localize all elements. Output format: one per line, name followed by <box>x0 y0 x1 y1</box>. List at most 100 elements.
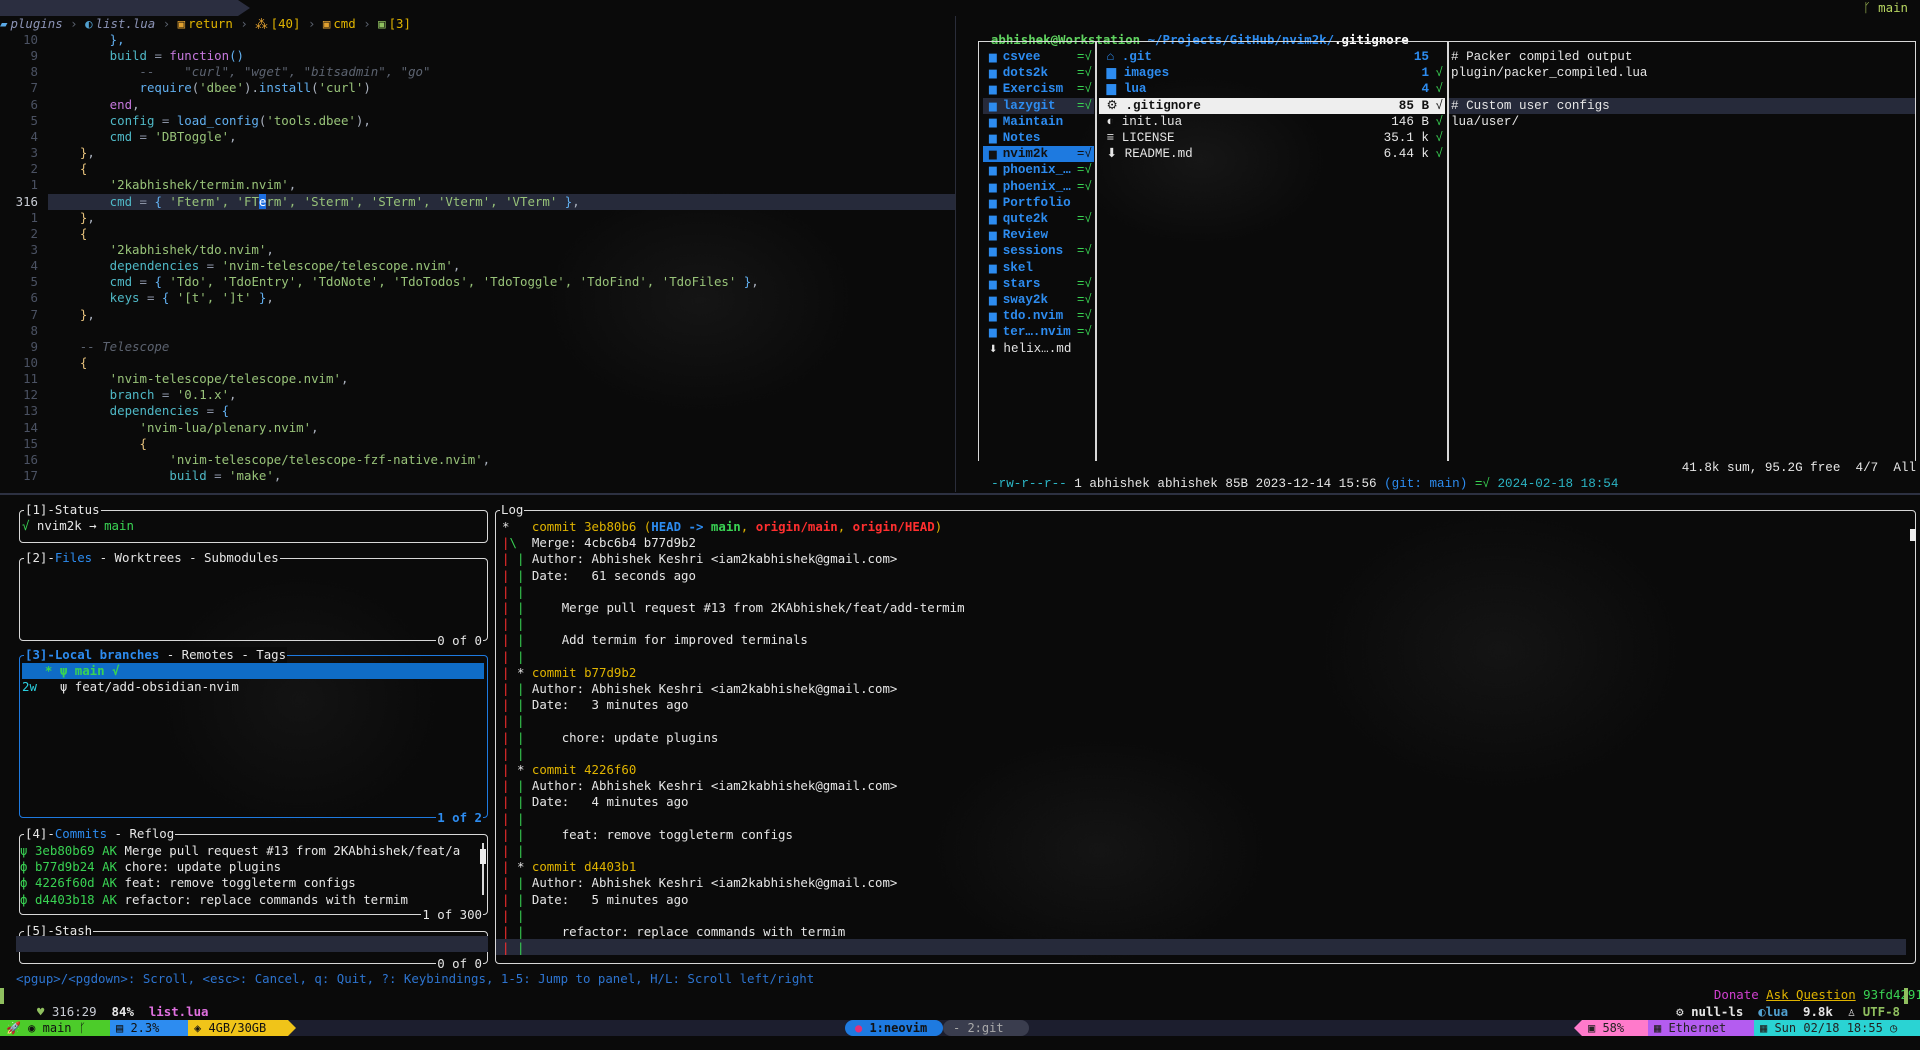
tmux-window-1-neovim[interactable]: ● 1:neovim <box>845 1020 943 1036</box>
tab-remotes-tags[interactable]: - Remotes - Tags <box>159 647 286 662</box>
branch-item[interactable]: 2w ψ feat/add-obsidian-nvim <box>22 679 484 695</box>
ranger-parent-item[interactable]: ▆ phoenix_… =√ <box>983 179 1094 195</box>
ranger-file-item[interactable]: ⌂ .git 15 <box>1099 49 1445 65</box>
folder-icon: ▆ <box>983 247 1003 259</box>
ranger-parent-item[interactable]: ▆ sway2k =√ <box>983 292 1094 308</box>
tab-reflog[interactable]: - Reflog <box>107 826 175 841</box>
ranger-file-item[interactable]: ▆ images 1 √ <box>1099 65 1445 81</box>
ranger-file-item[interactable]: ▆ lua 4 √ <box>1099 81 1445 97</box>
breadcrumb-item[interactable]: plugins <box>7 16 62 31</box>
status-panel[interactable]: [1]-Status √ nvim2k → main <box>19 502 488 543</box>
ranger-parent-item[interactable]: ▆ skel <box>983 260 1094 276</box>
tab-local-branches[interactable]: Local branches <box>55 647 159 662</box>
token: , <box>311 419 319 435</box>
files-panel[interactable]: [2]-Files - Worktrees - Submodules 0 of … <box>19 550 488 649</box>
ranger-file-item[interactable]: ⚙ .gitignore 85 B √ <box>1099 97 1445 114</box>
token: Date: 5 minutes ago <box>524 891 689 907</box>
stash-count: 0 of 0 <box>436 956 483 972</box>
ranger-parent-item[interactable]: ▆ Review <box>983 227 1094 243</box>
breadcrumb-item[interactable]: [3] <box>386 16 411 31</box>
token: 'DBToggle' <box>154 128 230 144</box>
gear-icon: ⚙ <box>1099 98 1126 113</box>
token: ( <box>311 80 319 96</box>
scrollbar[interactable] <box>480 843 486 895</box>
log-panel[interactable]: Log * commit 3eb80b6 (HEAD -> main, orig… <box>495 502 1916 964</box>
commits-panel[interactable]: [4]-Commits - Reflog ψ 3eb80b69 AK Merge… <box>19 826 488 923</box>
tab-commits[interactable]: Commits <box>55 826 107 841</box>
ranger-parent-item[interactable]: ▆ Notes <box>983 130 1094 146</box>
token: { <box>50 161 88 177</box>
token: = <box>206 468 230 484</box>
token: cmd <box>50 193 133 209</box>
linux-icon: ♙ <box>1847 1004 1863 1019</box>
ranger-parent-item[interactable]: ⬇ helix….md <box>983 341 1094 357</box>
breadcrumb-item[interactable]: return <box>185 16 233 31</box>
code-editor[interactable]: 10 }, 9 build = function() 8 -- "curl", "w… <box>0 32 955 492</box>
ranger-parent-item[interactable]: ▆ tdo.nvim =√ <box>983 308 1094 324</box>
lua-icon: ◐ <box>1099 114 1122 129</box>
ranger-parent-item[interactable]: ▆ lazygit =√ <box>983 97 1094 114</box>
preview-line: lua/user/ <box>1451 114 1520 129</box>
breadcrumb-item[interactable]: list.lua <box>93 16 156 31</box>
tab-files[interactable]: Files <box>55 550 92 565</box>
breadcrumb-item[interactable]: [40] <box>268 16 301 31</box>
item-name: Exercism <box>1002 82 1064 97</box>
breadcrumb-item[interactable]: cmd <box>330 16 355 31</box>
ranger-parent-item[interactable]: ▆ dots2k =√ <box>983 65 1094 81</box>
git-status: =√ <box>1076 276 1092 291</box>
ranger-file-item[interactable]: ◐ init.lua 146 B √ <box>1099 114 1445 130</box>
ranger-file-item[interactable]: ⬇ README.md 6.44 k √ <box>1099 146 1445 162</box>
token: , <box>340 371 349 387</box>
branch-item[interactable]: * ψ main √ <box>22 663 484 680</box>
token: }, <box>50 32 125 47</box>
commit-author: AK <box>102 859 118 875</box>
tab-worktrees-submodules[interactable]: - Worktrees - Submodules <box>92 550 279 565</box>
ranger-parent-item[interactable]: ▆ sessions =√ <box>983 243 1094 259</box>
code-line: { <box>50 161 87 177</box>
token: { <box>221 403 230 419</box>
commit-item[interactable]: ф 4226f60d AK feat: remove toggleterm co… <box>20 875 476 891</box>
token: = <box>132 274 155 290</box>
ranger-parent-item[interactable]: ▆ phoenix_… =√ <box>983 162 1094 178</box>
ranger-parent-item[interactable]: ▆ stars =√ <box>983 276 1094 292</box>
ranger-parent-item[interactable]: ▆ ter….nvim =√ <box>983 324 1094 340</box>
folder-icon: ▆ <box>983 85 1003 97</box>
commit-item[interactable]: ψ 3eb80b69 AK Merge pull request #13 fro… <box>20 843 476 859</box>
token: cmd <box>50 128 133 144</box>
code-line: config = load_config('tools.dbee'), <box>50 113 371 129</box>
token: ) <box>934 519 943 534</box>
stash-panel[interactable]: [5]-Stash 0 of 0 <box>16 923 488 972</box>
ranger-parent-item[interactable]: ▆ nvim2k =√ <box>983 146 1094 163</box>
breadcrumb-separator: › <box>62 16 86 31</box>
scrollbar-thumb[interactable] <box>1910 529 1916 541</box>
token: dependencies <box>50 403 200 419</box>
item-name: Notes <box>1002 131 1041 145</box>
ranger-file-item[interactable]: ≡ LICENSE 35.1 k √ <box>1099 130 1445 146</box>
token: , <box>452 258 461 274</box>
commit-item[interactable]: ф d4403b18 AK refactor: replace commands… <box>20 892 476 908</box>
log-line: | | Author: Abhishek Keshri <iam2kabhish… <box>502 778 897 794</box>
token: require <box>50 80 192 96</box>
token: = <box>154 112 177 128</box>
code-line: keys = { '[t', ']t' }, <box>50 290 274 306</box>
scrollbar-thumb[interactable] <box>480 849 486 864</box>
git-status: =√ <box>1076 98 1092 113</box>
ranger-parent-item[interactable]: ▆ qute2k =√ <box>983 211 1094 227</box>
branches-panel[interactable]: [3]-Local branches - Remotes - Tags * ψ … <box>19 647 488 826</box>
ranger-parent-item[interactable]: ▆ Portfolio <box>983 195 1094 211</box>
token: , <box>751 274 759 290</box>
log-scrollbar[interactable] <box>1909 521 1916 953</box>
commit-item[interactable]: ф b77d9b24 AK chore: update plugins <box>20 859 476 875</box>
token: commit b77d9b2 <box>524 664 637 680</box>
folder-icon: ▆ <box>983 198 1003 210</box>
ranger-parent-item[interactable]: ▆ Maintain <box>983 114 1094 130</box>
tmux-window-2-git[interactable]: - 2:git <box>943 1020 1029 1036</box>
ranger-parent-item[interactable]: ▆ csvee =√ <box>983 49 1094 65</box>
line-number: 6 <box>30 96 38 112</box>
battery-icon: ▣ <box>1588 1021 1603 1035</box>
ranger-parent-item[interactable]: ▆ Exercism =√ <box>983 81 1094 97</box>
token: { <box>50 355 88 370</box>
item-size: 35.1 k <box>1383 131 1429 145</box>
